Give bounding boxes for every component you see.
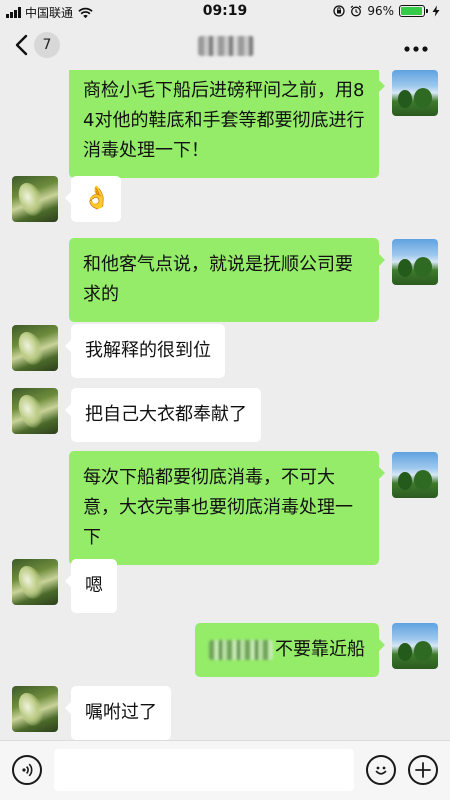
message-bubble[interactable]: 和他客气点说，就说是抚顺公司要求的: [69, 238, 385, 322]
my-avatar[interactable]: [392, 452, 438, 498]
contact-avatar[interactable]: [12, 176, 58, 222]
chat-header: 7: [0, 24, 450, 70]
blurred-name: [209, 640, 273, 660]
message-input[interactable]: [54, 749, 354, 791]
emoji-button[interactable]: [366, 755, 396, 785]
status-right: 96%: [333, 4, 442, 18]
plus-icon: [415, 762, 431, 778]
input-bar: [0, 740, 450, 800]
status-bar: 中国联通 09:19 96%: [0, 0, 450, 24]
more-dots-icon: [404, 46, 428, 52]
chevron-left-icon: [15, 34, 28, 56]
voice-icon: [22, 763, 33, 777]
message-bubble[interactable]: 嘱咐过了: [65, 686, 171, 740]
unread-count-badge: 7: [34, 32, 60, 58]
battery-fill: [401, 7, 423, 15]
contact-avatar[interactable]: [12, 686, 58, 732]
message-bubble[interactable]: 商检小毛下船后进磅秤间之前，用84对他的鞋底和手套等都要彻底进行消毒处理一下！: [69, 70, 385, 178]
chat-title-blurred: [198, 36, 254, 56]
my-avatar[interactable]: [392, 623, 438, 669]
more-functions-button[interactable]: [408, 755, 438, 785]
battery-icon: [399, 5, 428, 17]
contact-avatar[interactable]: [12, 388, 58, 434]
battery-percent: 96%: [367, 4, 394, 18]
message-bubble[interactable]: 嗯: [65, 559, 117, 613]
more-options-button[interactable]: [404, 34, 428, 59]
message-bubble[interactable]: 每次下船都要彻底消毒，不可大意，大衣完事也要彻底消毒处理一下: [69, 451, 385, 565]
message-bubble[interactable]: 不要靠近船: [195, 623, 385, 677]
message-text: 不要靠近船: [275, 639, 365, 660]
voice-button[interactable]: [12, 755, 42, 785]
orientation-lock-icon: [333, 5, 345, 17]
charging-icon: [432, 5, 440, 17]
contact-avatar[interactable]: [12, 325, 58, 371]
back-button[interactable]: 7: [14, 32, 60, 58]
message-bubble[interactable]: 把自己大衣都奉献了: [65, 388, 261, 442]
alarm-icon: [350, 5, 362, 17]
message-bubble-emoji[interactable]: 👌: [65, 176, 121, 222]
contact-avatar[interactable]: [12, 559, 58, 605]
message-bubble[interactable]: 我解释的很到位: [65, 324, 225, 378]
my-avatar[interactable]: [392, 239, 438, 285]
emoji-icon: [375, 766, 387, 775]
message-list[interactable]: 商检小毛下船后进磅秤间之前，用84对他的鞋底和手套等都要彻底进行消毒处理一下！ …: [0, 70, 450, 740]
my-avatar[interactable]: [392, 70, 438, 116]
